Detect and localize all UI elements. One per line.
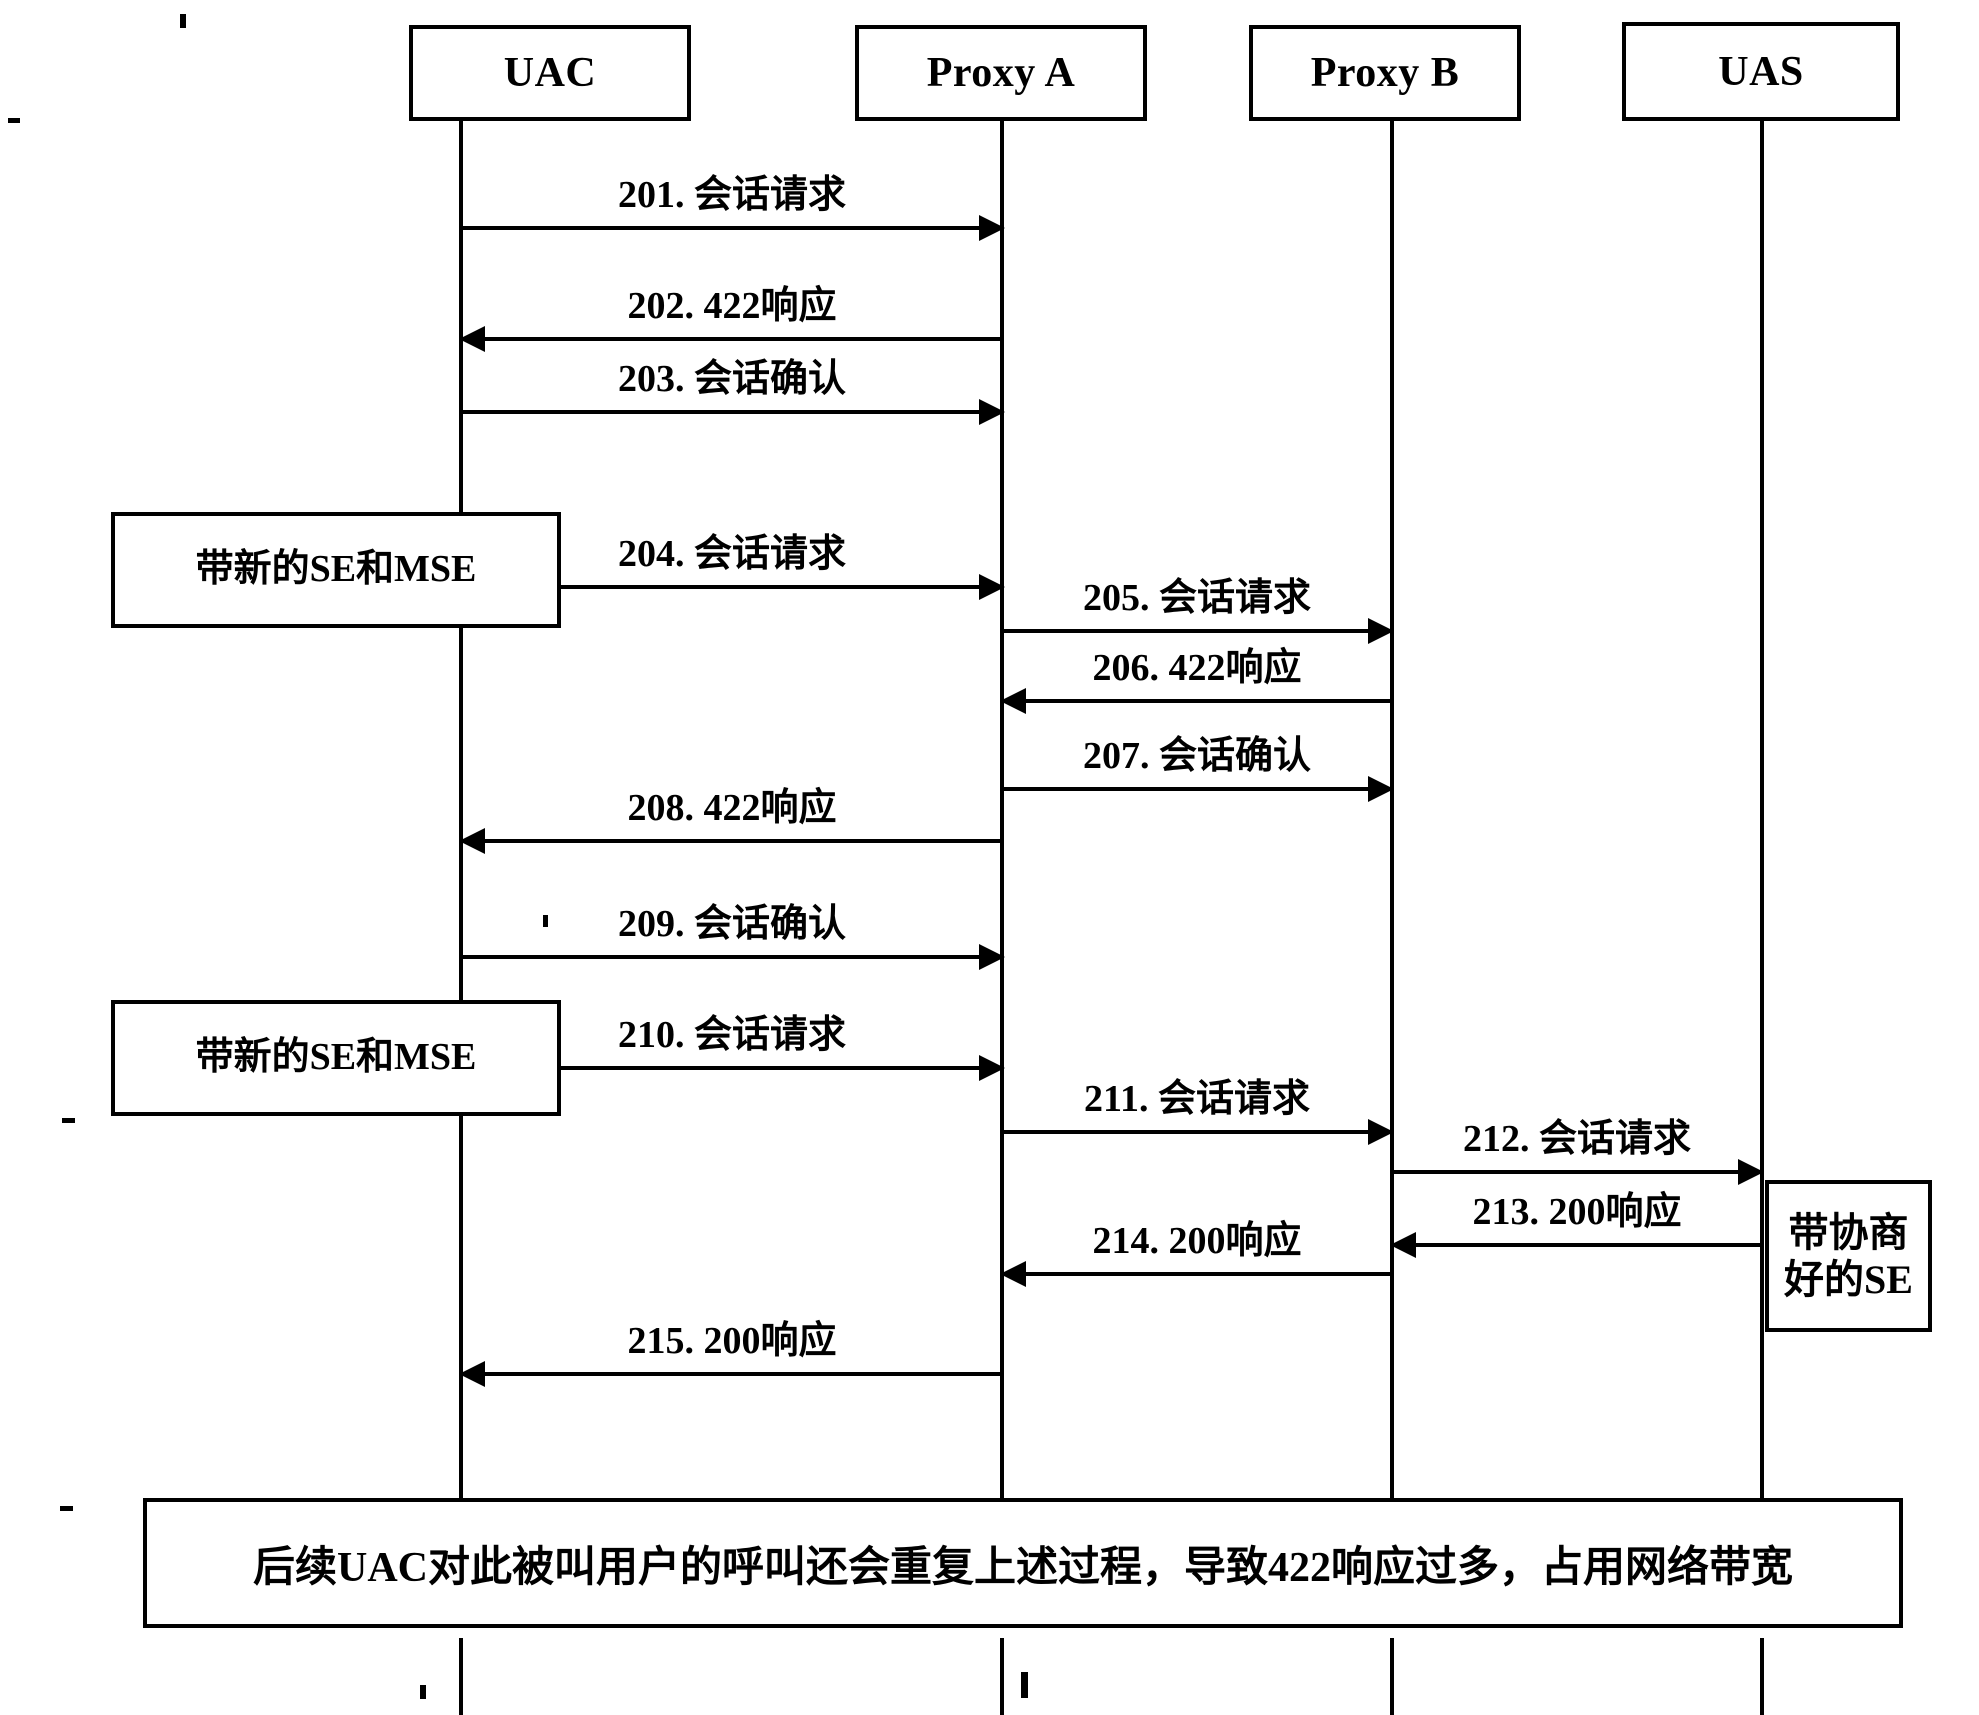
message-208-shaft <box>461 839 1003 843</box>
summary-banner-label: 后续UAC对此被叫用户的呼叫还会重复上述过程，导致422响应过多，占用网络带宽 <box>253 1544 1793 1591</box>
scan-speck <box>62 1118 75 1123</box>
scan-speck <box>8 118 20 123</box>
message-212-label: 212. 会话请求 <box>1462 1118 1691 1160</box>
lifeline-proxy-b <box>1390 120 1394 1580</box>
arrowhead-right-icon <box>1368 776 1394 802</box>
message-202-shaft <box>461 337 1003 341</box>
message-203-shaft <box>461 410 1003 414</box>
arrowhead-right-icon <box>1368 1119 1394 1145</box>
scan-speck <box>60 1506 73 1511</box>
arrowhead-right-icon <box>979 215 1005 241</box>
arrowhead-left-icon <box>459 828 485 854</box>
arrowhead-left-icon <box>1000 688 1026 714</box>
actor-label-uac: UAC <box>503 50 597 96</box>
summary-banner[interactable]: 后续UAC对此被叫用户的呼叫还会重复上述过程，导致422响应过多，占用网络带宽 <box>143 1498 1903 1628</box>
lifeline-tail-proxy-b <box>1390 1638 1394 1715</box>
lifeline-tail-uac <box>459 1638 463 1715</box>
message-214-shaft <box>1002 1272 1392 1276</box>
scan-speck <box>1021 1672 1028 1698</box>
note-se-mse-1-label: 带新的SE和MSE <box>195 548 477 591</box>
note-negotiated-se[interactable]: 带协商 好的SE <box>1765 1180 1932 1332</box>
note-se-mse-2-label: 带新的SE和MSE <box>195 1036 477 1079</box>
message-202-label: 202. 422响应 <box>627 285 837 327</box>
message-215-label: 215. 200响应 <box>627 1320 837 1362</box>
message-209-label: 209. 会话确认 <box>617 903 846 945</box>
message-201-label: 201. 会话请求 <box>617 174 846 216</box>
arrowhead-left-icon <box>459 1361 485 1387</box>
actor-label-uas: UAS <box>1718 48 1804 95</box>
note-se-mse-1[interactable]: 带新的SE和MSE <box>111 512 561 628</box>
arrowhead-right-icon <box>979 944 1005 970</box>
message-214-label: 214. 200响应 <box>1092 1220 1302 1262</box>
actor-label-proxy-b: Proxy B <box>1310 50 1460 96</box>
message-203-label: 203. 会话确认 <box>617 358 846 400</box>
note-negotiated-se-label: 带协商 好的SE <box>1784 1209 1913 1302</box>
arrowhead-left-icon <box>1000 1261 1026 1287</box>
message-206-label: 206. 422响应 <box>1092 647 1302 689</box>
message-211-shaft <box>1002 1130 1392 1134</box>
message-207-label: 207. 会话确认 <box>1082 735 1311 777</box>
message-211-label: 211. 会话请求 <box>1084 1078 1310 1120</box>
arrowhead-left-icon <box>1390 1232 1416 1258</box>
lifeline-uas <box>1760 120 1764 1580</box>
scan-speck <box>420 1685 426 1699</box>
lifeline-tail-proxy-a <box>1000 1638 1004 1715</box>
actor-box-uas[interactable]: UAS <box>1622 22 1900 121</box>
message-208-label: 208. 422响应 <box>627 787 837 829</box>
actor-box-uac[interactable]: UAC <box>409 25 691 121</box>
message-205-shaft <box>1002 629 1392 633</box>
actor-box-proxy-a[interactable]: Proxy A <box>855 25 1147 121</box>
message-205-label: 205. 会话请求 <box>1082 577 1311 619</box>
lifeline-tail-uas <box>1760 1638 1764 1715</box>
message-207-shaft <box>1002 787 1392 791</box>
arrowhead-right-icon <box>979 399 1005 425</box>
message-213-label: 213. 200响应 <box>1472 1191 1682 1233</box>
actor-box-proxy-b[interactable]: Proxy B <box>1249 25 1521 121</box>
message-201-shaft <box>461 226 1003 230</box>
message-212-shaft <box>1392 1170 1762 1174</box>
note-se-mse-2[interactable]: 带新的SE和MSE <box>111 1000 561 1116</box>
message-213-shaft <box>1392 1243 1762 1247</box>
sequence-diagram-canvas: UAC Proxy A Proxy B UAS 201. 会话请求 202. 4… <box>0 0 1979 1715</box>
message-206-shaft <box>1002 699 1392 703</box>
actor-label-proxy-a: Proxy A <box>926 50 1076 96</box>
scan-speck <box>180 14 186 28</box>
message-215-shaft <box>461 1372 1003 1376</box>
message-209-shaft <box>461 955 1003 959</box>
